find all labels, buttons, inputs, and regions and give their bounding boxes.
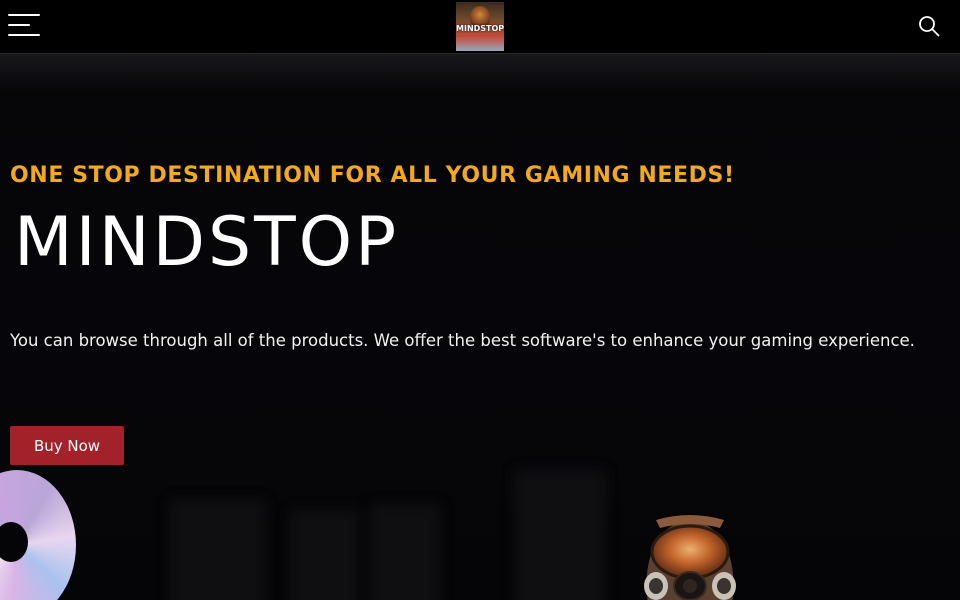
buy-now-button[interactable]: Buy Now [10, 426, 124, 465]
background-silhouette [515, 470, 605, 600]
hero-title: MINDSTOP [14, 203, 400, 282]
search-icon[interactable] [918, 15, 940, 37]
search-icon-graphic [919, 16, 940, 37]
top-navigation-bar: MINDSTOP [0, 0, 960, 54]
menu-line [8, 34, 40, 36]
site-logo[interactable]: MINDSTOP [456, 2, 504, 51]
background-silhouette [370, 505, 440, 600]
header-shadow [0, 54, 960, 94]
page: MINDSTOP ONE STOP DESTINATION FOR ALL YO… [0, 0, 960, 600]
logo-text: MINDSTOP [456, 24, 504, 33]
menu-line [8, 14, 40, 16]
hero-description: You can browse through all of the produc… [10, 331, 915, 350]
gas-mask-character-image [644, 515, 736, 600]
hamburger-menu-icon[interactable] [8, 12, 40, 38]
background-silhouette [170, 500, 265, 600]
background-silhouette [290, 510, 360, 600]
menu-line [8, 24, 30, 26]
hero-tagline: ONE STOP DESTINATION FOR ALL YOUR GAMING… [10, 163, 735, 188]
